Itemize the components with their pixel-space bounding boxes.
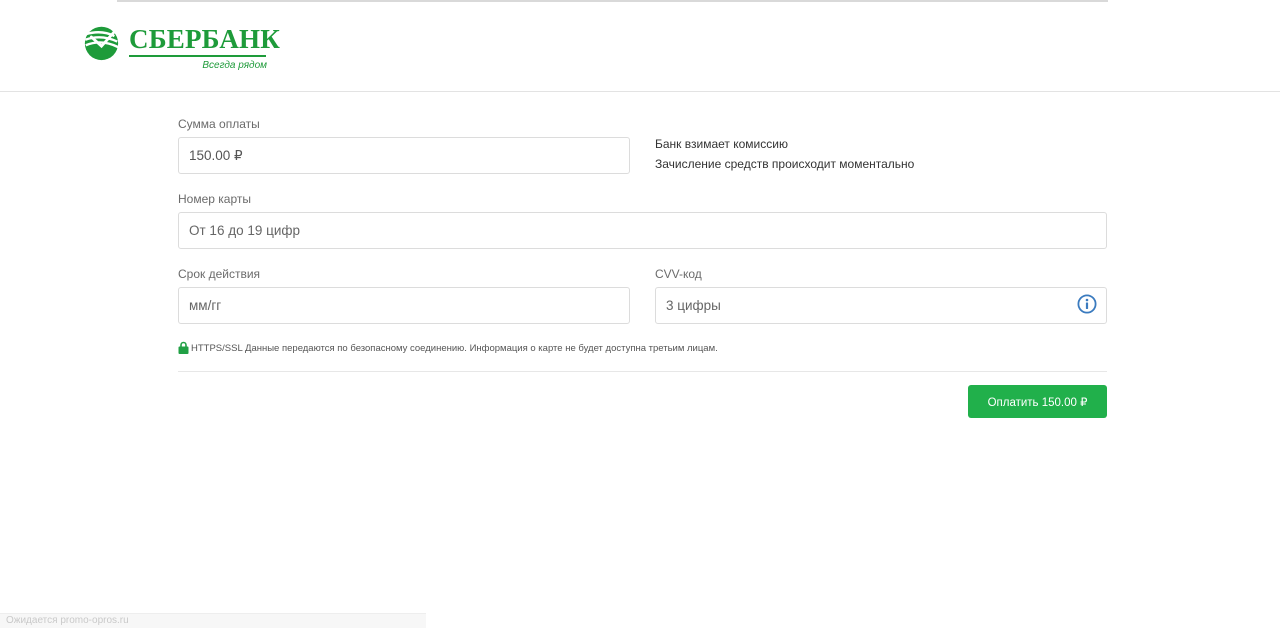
brand-slogan: Всегда рядом xyxy=(202,60,267,71)
pay-button[interactable]: Оплатить 150.00 ₽ xyxy=(968,385,1107,418)
cvv-input[interactable] xyxy=(655,287,1107,324)
browser-status-bar: Ожидается promo-opros.ru xyxy=(0,613,426,628)
commission-info: Банк взимает комиссию xyxy=(655,137,788,151)
amount-field[interactable] xyxy=(178,137,630,174)
cvv-label: CVV-код xyxy=(655,267,702,281)
site-header: СБЕРБАНК Всегда рядом xyxy=(0,0,1280,92)
form-divider xyxy=(178,371,1107,372)
sberbank-logo-icon xyxy=(84,26,119,61)
card-number-label: Номер карты xyxy=(178,192,251,206)
expiry-label: Срок действия xyxy=(178,267,261,281)
expiry-input[interactable] xyxy=(178,287,630,324)
ssl-notice: HTTPS/SSL Данные передаются по безопасно… xyxy=(191,343,718,354)
card-number-input[interactable] xyxy=(178,212,1107,249)
amount-label: Сумма оплаты xyxy=(178,117,260,131)
instant-transfer-info: Зачисление средств происходит моментальн… xyxy=(655,157,915,171)
brand-underline xyxy=(129,55,266,57)
brand-name: СБЕРБАНК xyxy=(129,24,281,54)
sberbank-logo[interactable]: СБЕРБАНК Всегда рядом xyxy=(83,24,280,74)
info-icon[interactable] xyxy=(1077,294,1097,314)
